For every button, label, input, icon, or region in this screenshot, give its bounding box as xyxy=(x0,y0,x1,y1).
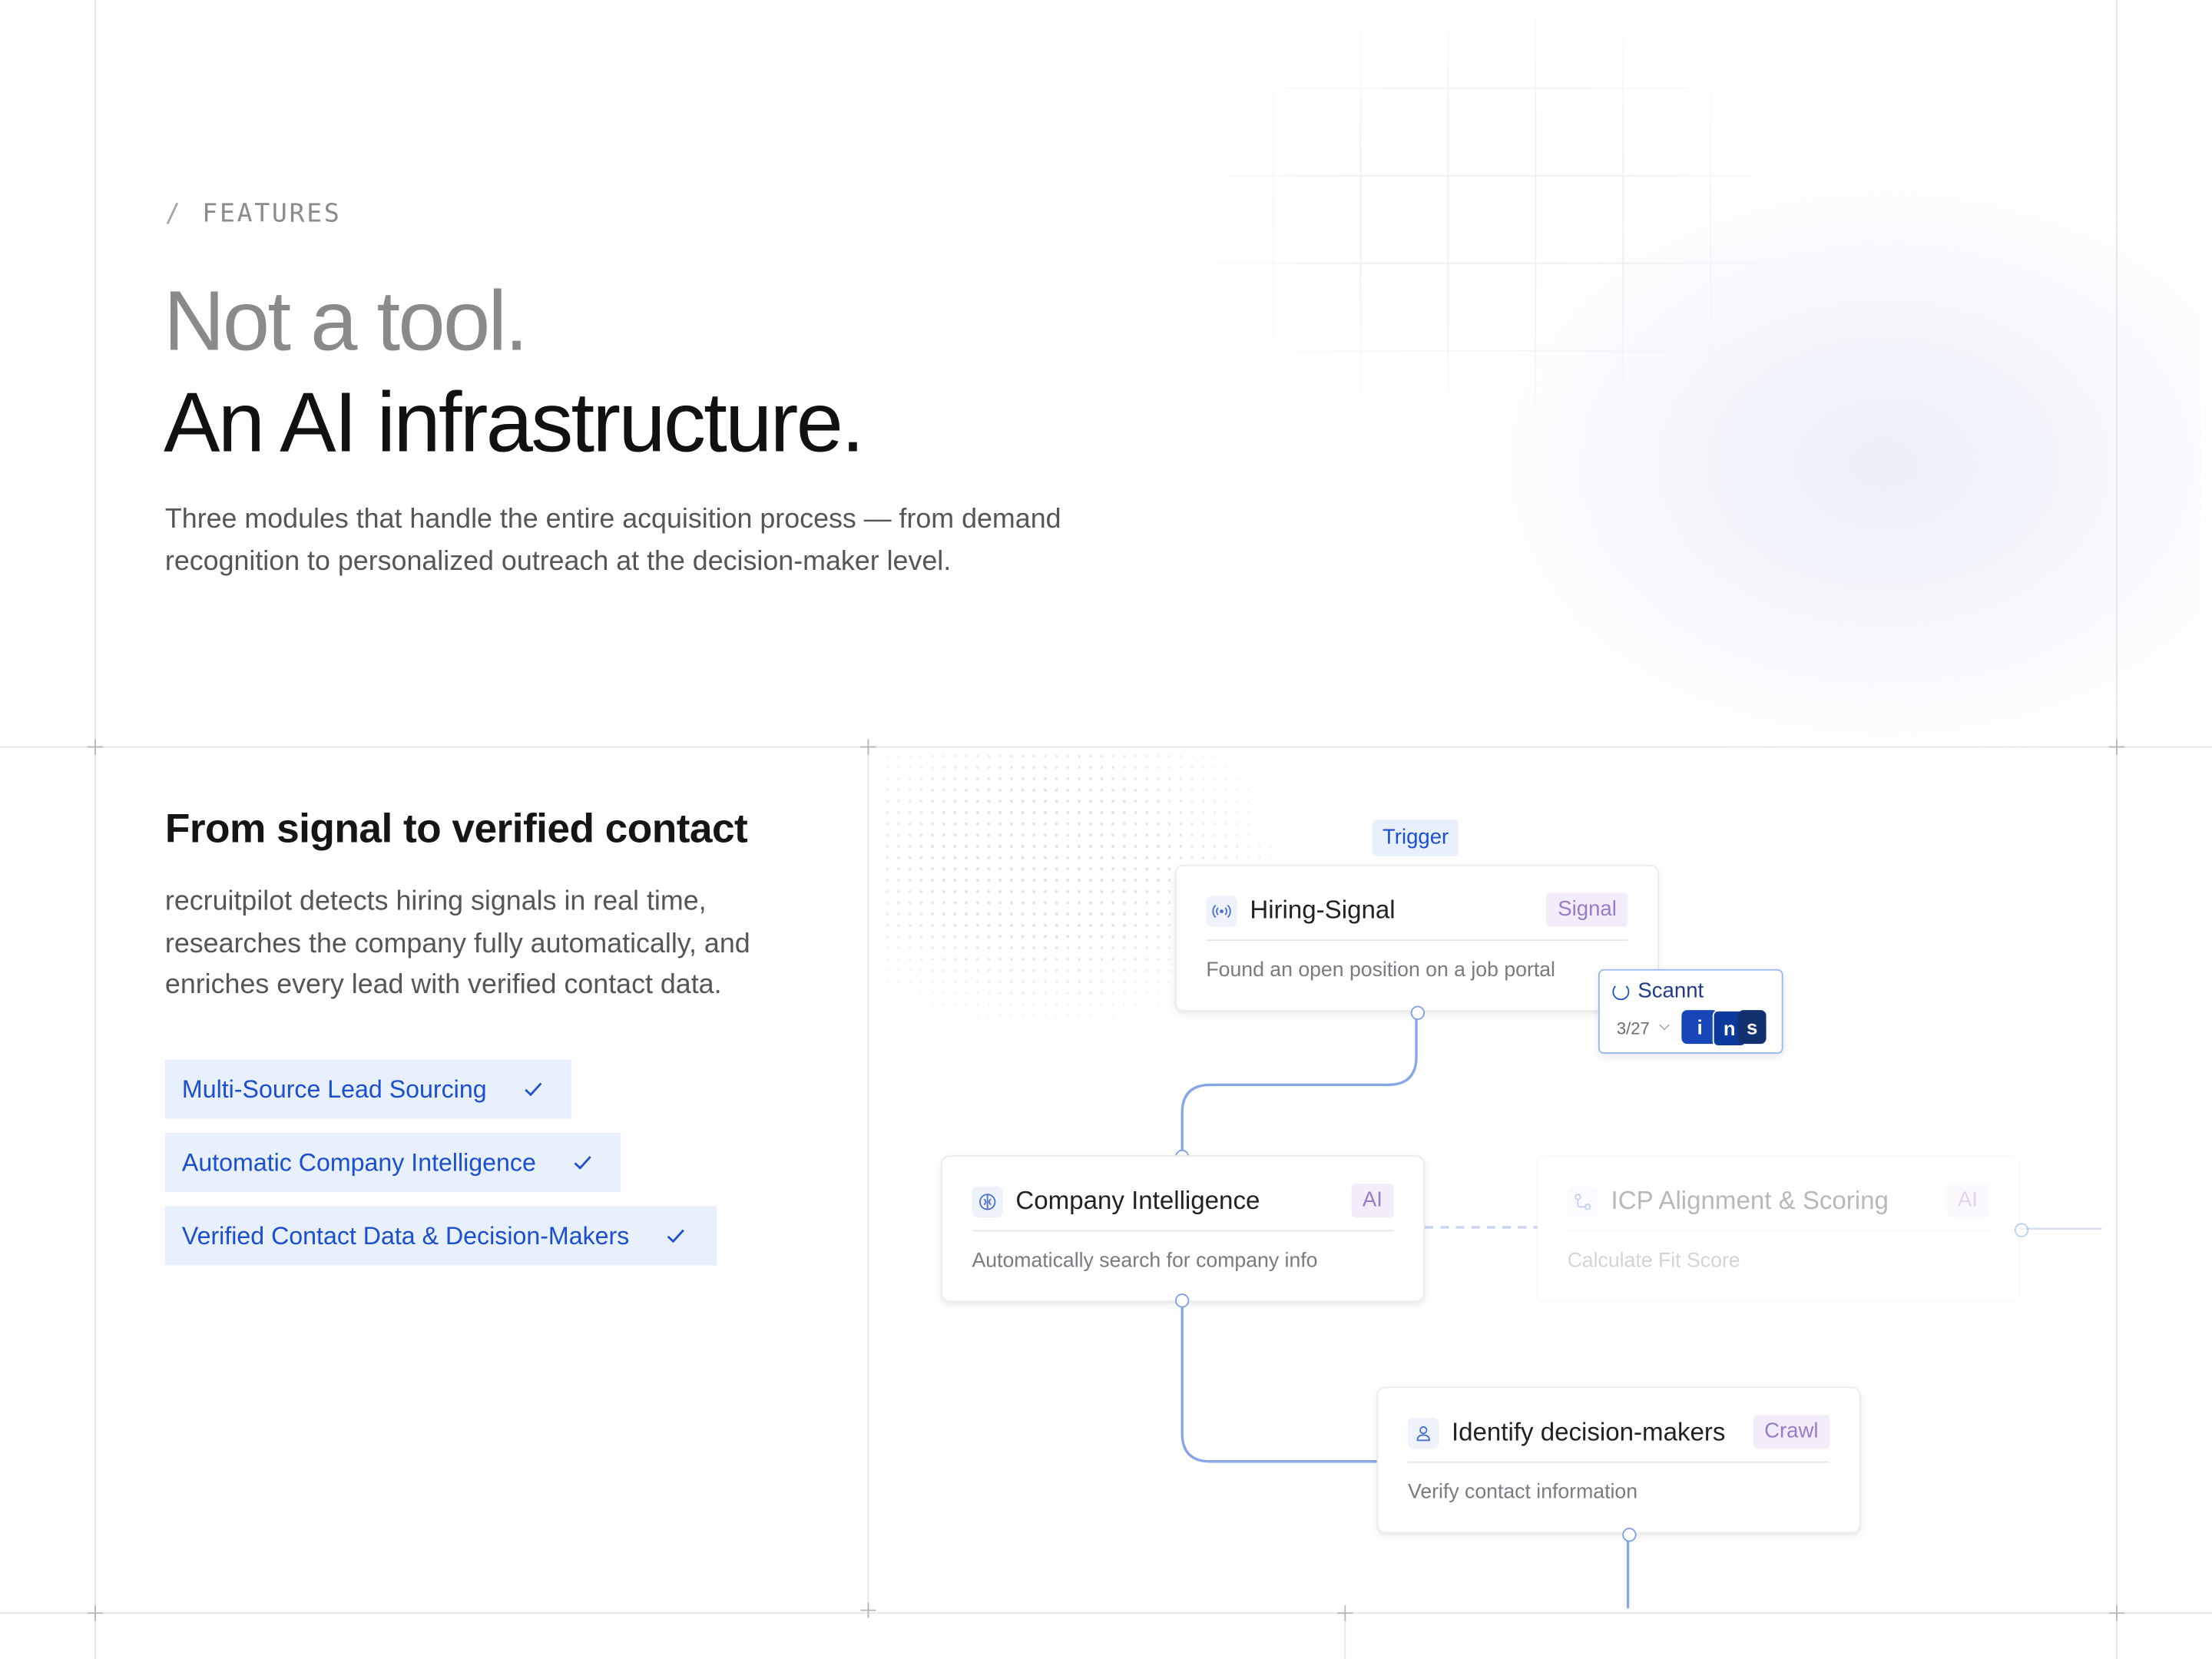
scan-popup: Scannt 3/27 ⌵ i n s xyxy=(1598,969,1783,1055)
node-hiring-signal[interactable]: Hiring-Signal Signal Found an open posit… xyxy=(1174,864,1659,1012)
scan-count: 3/27 xyxy=(1616,1018,1650,1038)
node-subtitle: Verify contact information xyxy=(1408,1481,1638,1504)
broadcast-icon xyxy=(1206,896,1237,927)
trigger-tag: Trigger xyxy=(1373,820,1459,856)
source-logos: i n s xyxy=(1681,1010,1767,1047)
connector-port[interactable] xyxy=(1174,1293,1190,1308)
brain-icon xyxy=(972,1186,1003,1218)
node-header: Hiring-Signal Signal xyxy=(1206,892,1628,942)
chevron-down-icon[interactable]: ⌵ xyxy=(1659,1018,1670,1034)
node-subtitle: Calculate Fit Score xyxy=(1567,1250,1740,1273)
node-badge: Signal xyxy=(1546,892,1628,927)
connector-port[interactable] xyxy=(1622,1528,1637,1542)
node-decision-makers[interactable]: Identify decision-makers Crawl Verify co… xyxy=(1376,1386,1861,1534)
source-logo-icon: s xyxy=(1737,1010,1767,1045)
node-badge: AI xyxy=(1946,1183,1989,1218)
node-title: Company Intelligence xyxy=(1015,1186,1260,1215)
scoring-icon xyxy=(1567,1186,1598,1218)
connector-port[interactable] xyxy=(1410,1005,1426,1020)
node-header: Identify decision-makers Crawl xyxy=(1408,1413,1830,1463)
scan-label: Scannt xyxy=(1637,979,1704,1003)
node-badge: AI xyxy=(1351,1183,1394,1218)
node-badge: Crawl xyxy=(1753,1415,1830,1449)
node-title: Identify decision-makers xyxy=(1451,1417,1726,1446)
node-icp-scoring[interactable]: ICP Alignment & Scoring AI Calculate Fit… xyxy=(1536,1155,2021,1303)
node-subtitle: Found an open position on a job portal xyxy=(1206,959,1555,982)
node-subtitle: Automatically search for company info xyxy=(972,1250,1318,1273)
loading-spinner-icon xyxy=(1612,983,1630,1001)
node-header: Company Intelligence AI xyxy=(972,1182,1394,1232)
node-title: ICP Alignment & Scoring xyxy=(1611,1186,1889,1215)
user-icon xyxy=(1408,1417,1439,1449)
workflow-connectors xyxy=(1181,1011,2102,1608)
node-company-intelligence[interactable]: Company Intelligence AI Automatically se… xyxy=(941,1155,1426,1303)
connector-port[interactable] xyxy=(2014,1223,2029,1237)
node-header: ICP Alignment & Scoring AI xyxy=(1567,1182,1989,1232)
node-title: Hiring-Signal xyxy=(1250,896,1396,925)
features-section: / FEATURES Not a tool. An AI infrastructu… xyxy=(0,0,2212,1659)
